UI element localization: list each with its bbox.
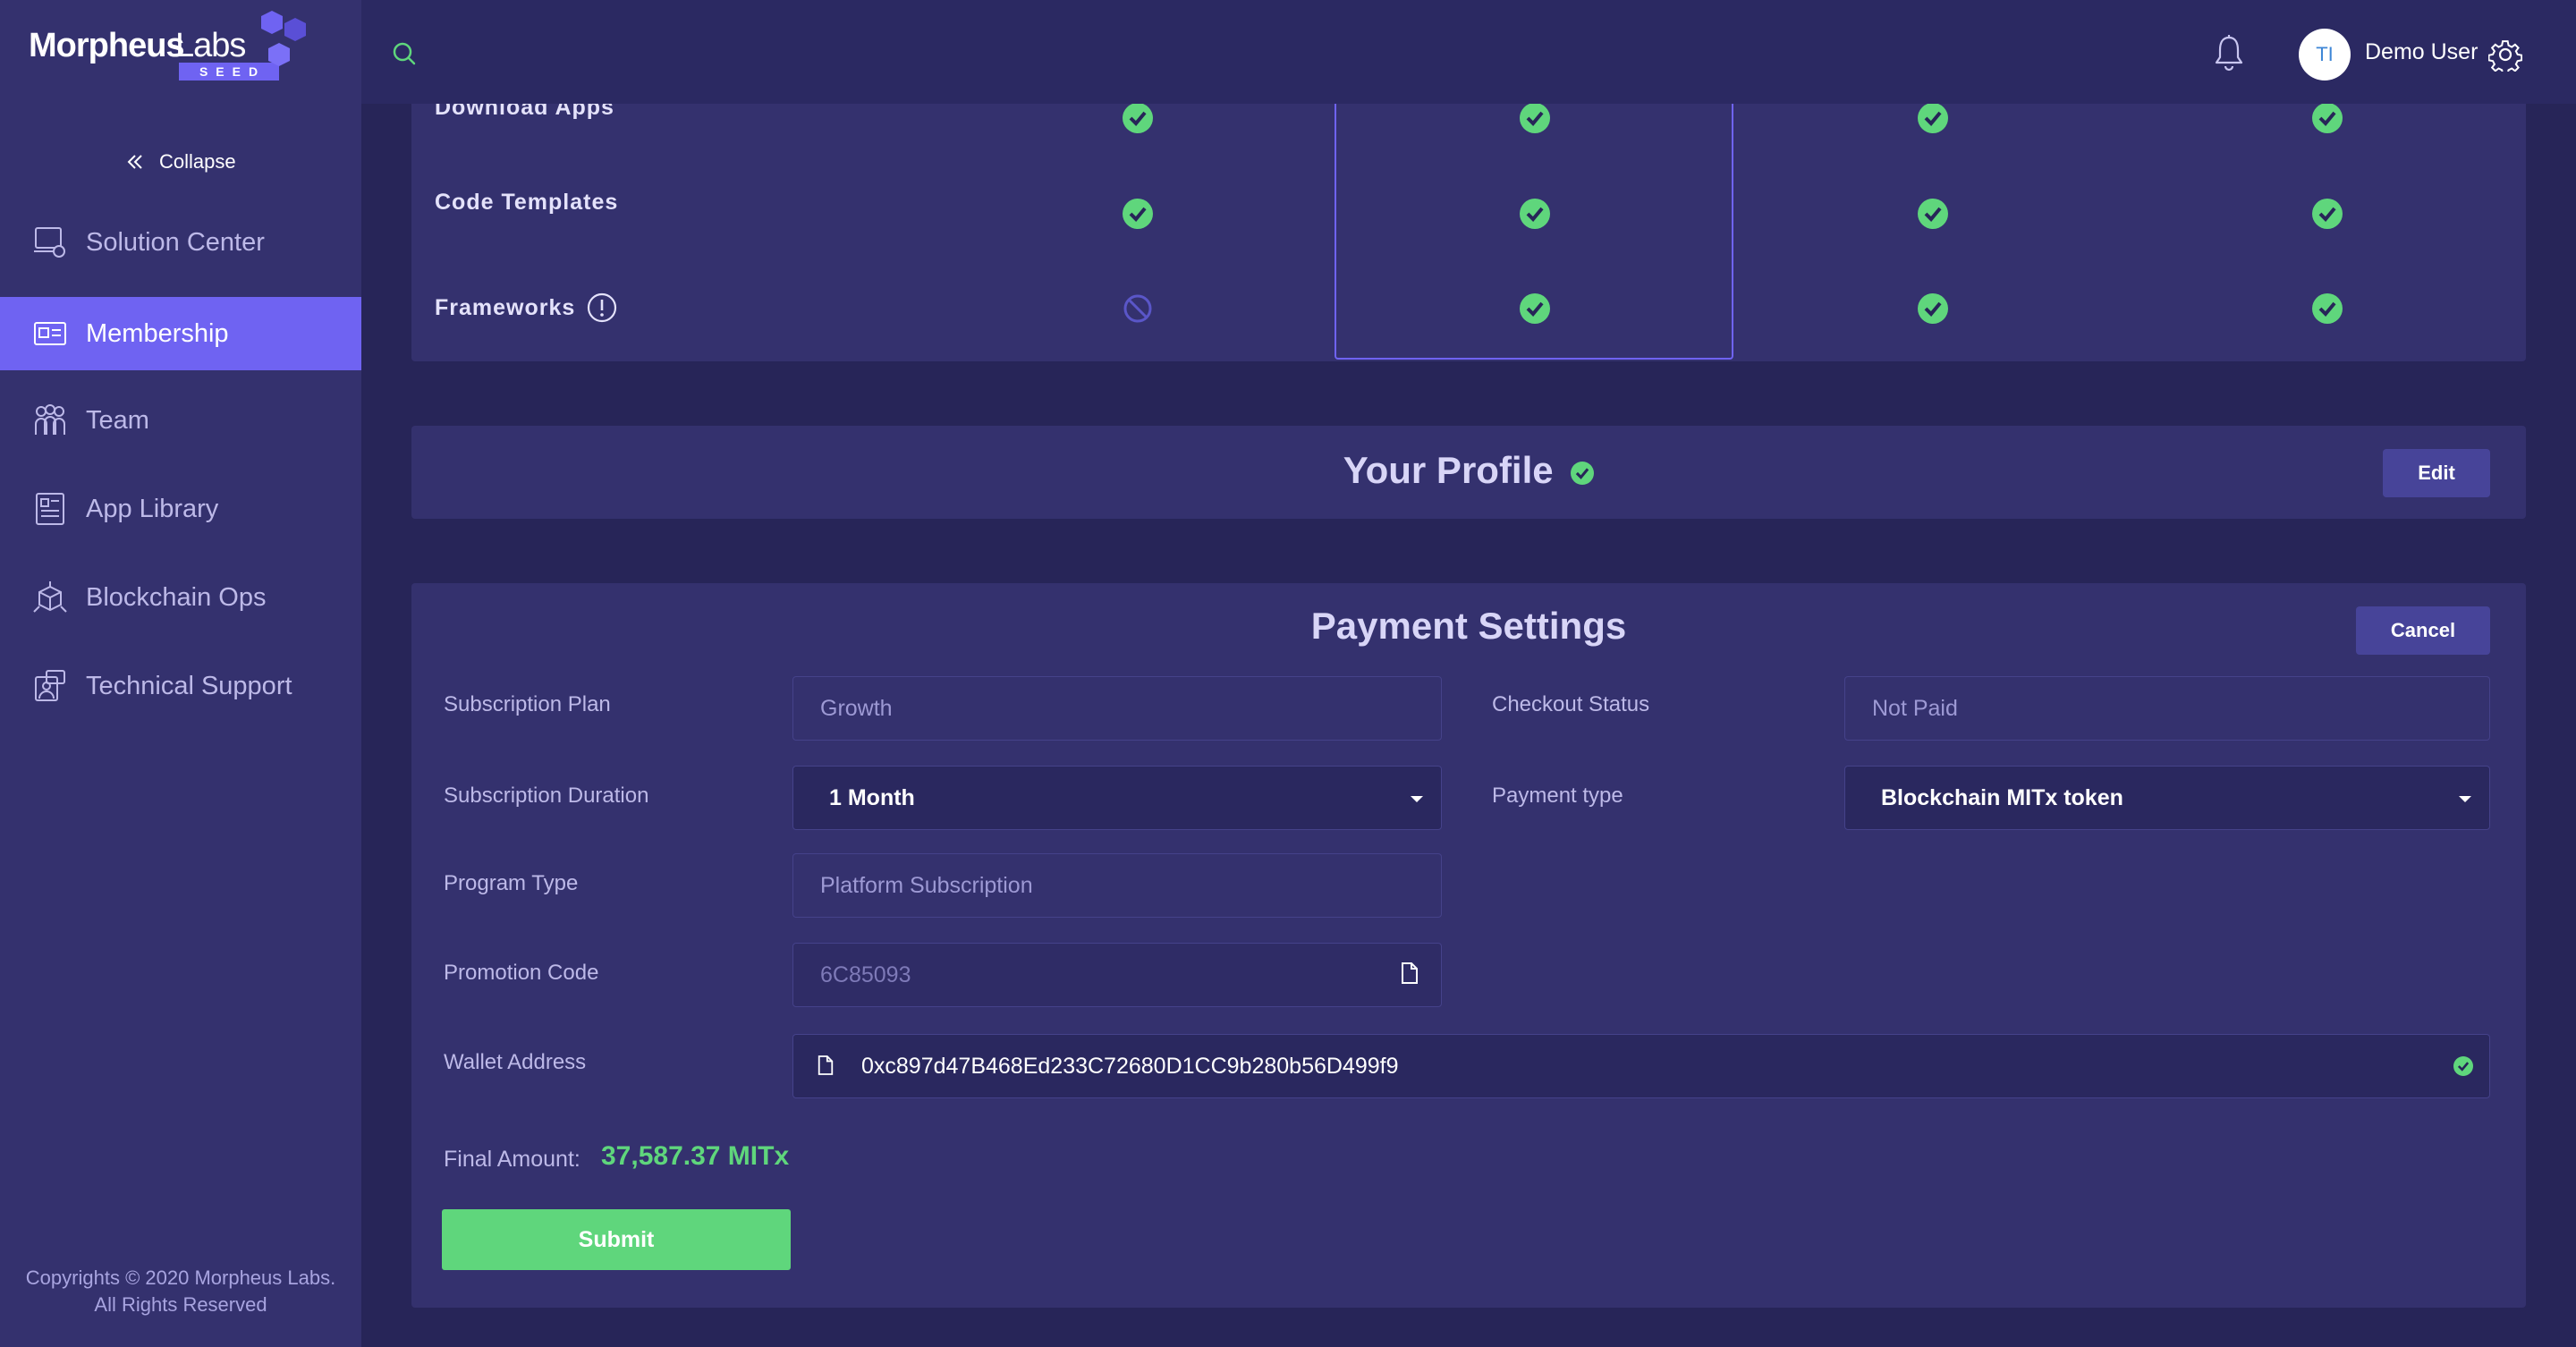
check-icon bbox=[2312, 199, 2343, 229]
sidebar-item-solution-center[interactable]: Solution Center bbox=[0, 206, 361, 279]
wallet-address-field[interactable]: 0xc897d47B468Ed233C72680D1CC9b280b56D499… bbox=[792, 1034, 2490, 1098]
info-icon[interactable] bbox=[586, 292, 618, 324]
payment-settings-title: Payment Settings bbox=[1310, 605, 1627, 647]
solution-center-icon bbox=[30, 223, 70, 262]
sidebar-item-app-library[interactable]: App Library bbox=[0, 472, 361, 546]
sidebar-item-technical-support[interactable]: Technical Support bbox=[0, 649, 361, 723]
check-icon bbox=[1918, 104, 1948, 133]
cancel-button[interactable]: Cancel bbox=[2356, 606, 2490, 655]
morpheus-labs-logo[interactable]: Morpheus Labs SEED bbox=[29, 11, 333, 86]
notification-bell-icon[interactable] bbox=[2213, 34, 2245, 72]
check-icon bbox=[1918, 293, 1948, 324]
payment-type-value: Blockchain MITx token bbox=[1881, 784, 2123, 810]
membership-icon bbox=[30, 314, 70, 353]
sidebar-item-label: Solution Center bbox=[86, 227, 265, 257]
check-icon bbox=[1918, 199, 1948, 229]
copyright-line-1: Copyrights © 2020 Morpheus Labs. bbox=[25, 1267, 336, 1289]
blockchain-ops-icon bbox=[30, 578, 70, 617]
document-icon[interactable] bbox=[817, 1055, 835, 1076]
promotion-code-value: 6C85093 bbox=[820, 962, 911, 987]
edit-profile-button[interactable]: Edit bbox=[2383, 449, 2490, 497]
team-icon bbox=[30, 401, 70, 440]
app-library-icon bbox=[30, 489, 70, 529]
final-amount-value: 37,587.37 MITx bbox=[601, 1141, 790, 1171]
check-icon bbox=[2312, 293, 2343, 324]
valid-check-icon bbox=[2453, 1056, 2473, 1076]
promotion-code-input[interactable]: 6C85093 bbox=[792, 943, 1442, 1007]
sidebar-item-label: Team bbox=[86, 405, 149, 435]
submit-button[interactable]: Submit bbox=[442, 1209, 791, 1270]
search-icon[interactable] bbox=[392, 41, 417, 66]
plan-features-table: Download Apps Code Templates Frameworks bbox=[411, 104, 2526, 361]
checkout-status-label: Checkout Status bbox=[1492, 692, 1650, 716]
collapse-label: Collapse bbox=[159, 150, 236, 173]
copyright: Copyrights © 2020 Morpheus Labs. All Rig… bbox=[0, 1265, 361, 1318]
checkout-status-field: Not Paid bbox=[1844, 676, 2490, 741]
sidebar-item-label: App Library bbox=[86, 494, 219, 523]
feature-label-download-apps: Download Apps bbox=[435, 104, 614, 120]
sidebar-item-team[interactable]: Team bbox=[0, 384, 361, 457]
sidebar-item-blockchain-ops[interactable]: Blockchain Ops bbox=[0, 561, 361, 634]
copyright-line-2: All Rights Reserved bbox=[94, 1293, 267, 1316]
sidebar-item-label: Membership bbox=[86, 318, 229, 348]
feature-label-code-templates: Code Templates bbox=[435, 190, 619, 215]
gear-icon[interactable] bbox=[2488, 38, 2522, 72]
subscription-plan-field: Growth bbox=[792, 676, 1442, 741]
username[interactable]: Demo User bbox=[2365, 39, 2478, 65]
check-icon bbox=[1520, 293, 1550, 324]
profile-panel: Your Profile Edit bbox=[411, 426, 2526, 519]
program-type-field: Platform Subscription bbox=[792, 853, 1442, 918]
feature-label-text: Frameworks bbox=[435, 294, 576, 320]
program-type-label: Program Type bbox=[444, 871, 579, 895]
payment-type-label: Payment type bbox=[1492, 784, 1623, 808]
logo-word-morpheus: Morpheus bbox=[29, 27, 185, 64]
document-icon[interactable] bbox=[1400, 962, 1419, 985]
chevron-down-icon bbox=[2459, 796, 2471, 802]
check-icon bbox=[2312, 104, 2343, 133]
technical-support-icon bbox=[30, 666, 70, 706]
payment-type-select[interactable]: Blockchain MITx token bbox=[1844, 766, 2490, 830]
logo-hexagons-icon bbox=[261, 11, 306, 66]
feature-label-frameworks: Frameworks bbox=[435, 292, 618, 324]
chevron-down-icon bbox=[1411, 796, 1423, 802]
sidebar-item-label: Technical Support bbox=[86, 671, 292, 700]
promotion-code-label: Promotion Code bbox=[444, 961, 599, 985]
profile-title-text: Your Profile bbox=[1343, 449, 1554, 491]
collapse-button[interactable]: Collapse bbox=[125, 150, 236, 174]
check-icon bbox=[1520, 199, 1550, 229]
check-icon bbox=[1520, 104, 1550, 133]
user-avatar[interactable]: TI bbox=[2299, 29, 2351, 80]
logo-word-labs: Labs bbox=[175, 27, 246, 64]
verified-check-icon bbox=[1571, 461, 1595, 485]
wallet-address-value: 0xc897d47B468Ed233C72680D1CC9b280b56D499… bbox=[861, 1053, 1399, 1079]
sidebar-item-label: Blockchain Ops bbox=[86, 582, 267, 612]
subscription-duration-select[interactable]: 1 Month bbox=[792, 766, 1442, 830]
sidebar: Morpheus Labs SEED Collapse Solution Cen… bbox=[0, 0, 361, 1347]
top-header: TI Demo User bbox=[361, 0, 2576, 104]
subscription-duration-value: 1 Month bbox=[829, 784, 915, 810]
sidebar-item-membership[interactable]: Membership bbox=[0, 297, 361, 370]
final-amount-label: Final Amount: bbox=[444, 1147, 580, 1172]
subscription-plan-label: Subscription Plan bbox=[444, 692, 611, 716]
check-icon bbox=[1123, 199, 1153, 229]
profile-title: Your Profile bbox=[411, 449, 2526, 492]
payment-settings-panel: Payment Settings Cancel Subscription Pla… bbox=[411, 583, 2526, 1308]
check-icon bbox=[1123, 104, 1153, 133]
not-included-icon bbox=[1123, 294, 1152, 323]
subscription-duration-label: Subscription Duration bbox=[444, 784, 649, 808]
double-chevron-left-icon bbox=[127, 155, 142, 169]
wallet-address-label: Wallet Address bbox=[444, 1050, 587, 1074]
